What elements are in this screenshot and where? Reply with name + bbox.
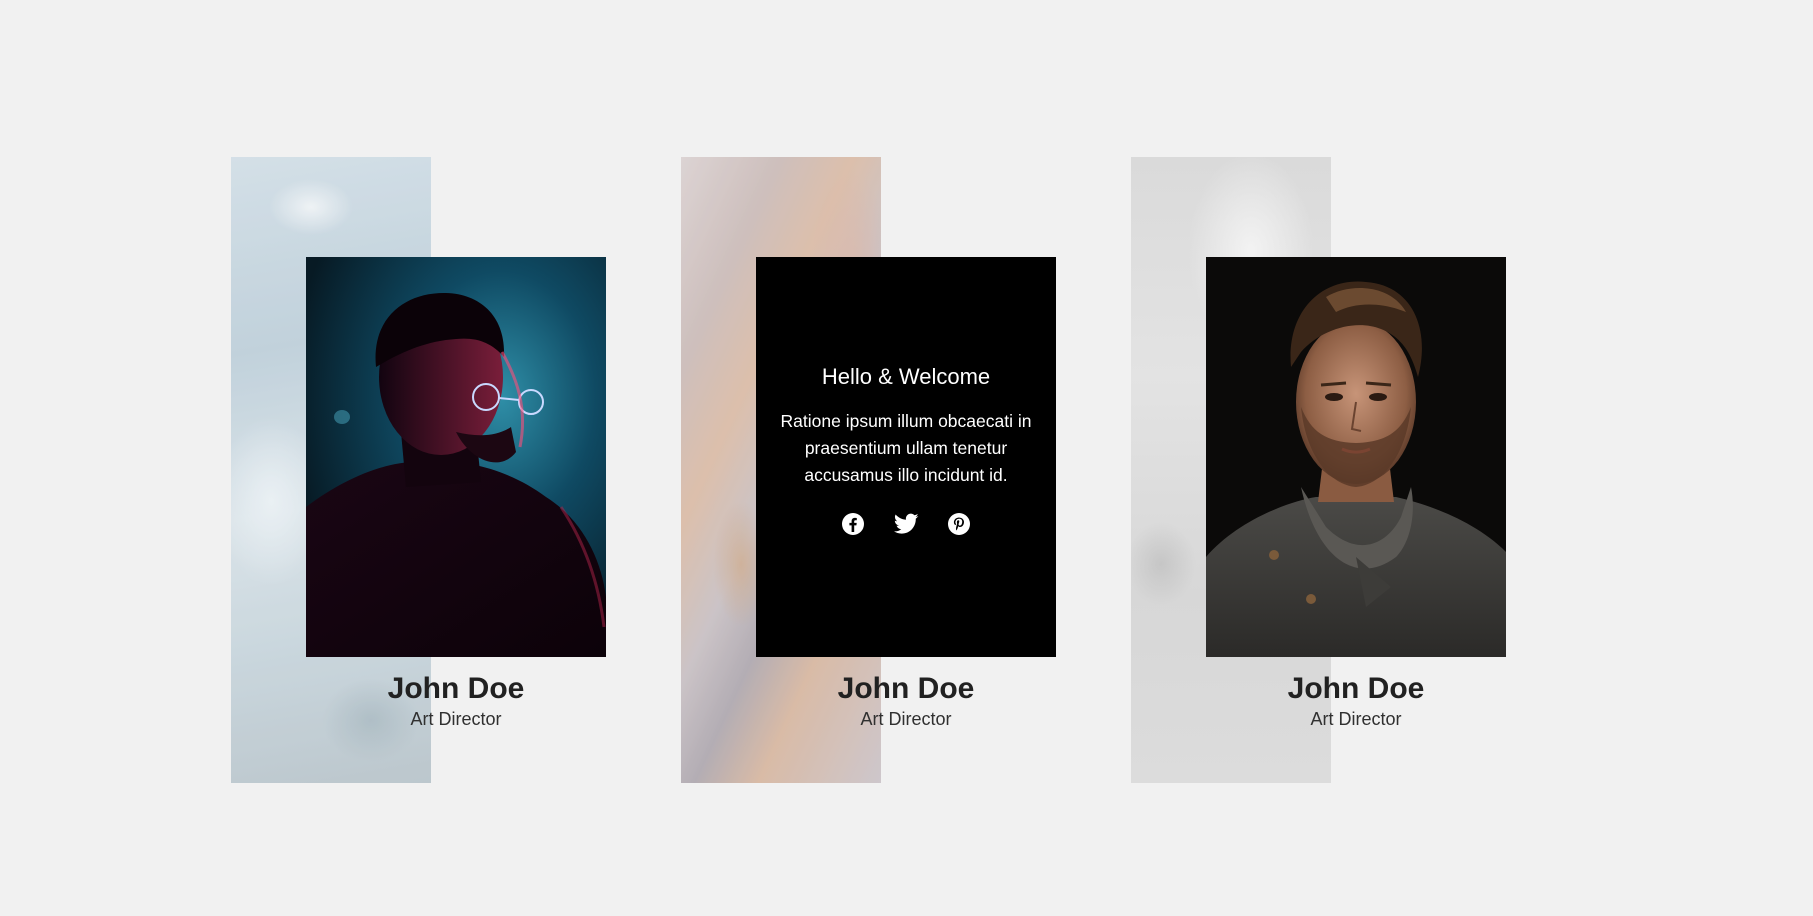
member-photo-image	[1206, 257, 1506, 657]
team-card: Hello & Welcome Ratione ipsum illum obca…	[681, 157, 1081, 783]
pinterest-icon[interactable]	[947, 511, 972, 536]
member-role: Art Director	[410, 709, 502, 729]
member-role: Art Director	[1310, 709, 1402, 729]
member-meta: John Doe Art Director	[756, 671, 1056, 730]
twitter-icon[interactable]	[893, 511, 919, 536]
overlay-description: Ratione ipsum illum obcaecati in praesen…	[780, 411, 1032, 485]
team-card: John Doe Art Director	[1131, 157, 1531, 783]
member-meta: John Doe Art Director	[306, 671, 606, 730]
member-name: John Doe	[387, 672, 525, 705]
member-name: John Doe	[837, 672, 975, 705]
member-photo-image	[306, 257, 606, 657]
member-photo[interactable]	[1206, 257, 1506, 657]
member-hover-overlay[interactable]: Hello & Welcome Ratione ipsum illum obca…	[756, 257, 1056, 657]
overlay-title: Hello & Welcome	[821, 364, 991, 389]
team-card: John Doe Art Director	[231, 157, 631, 783]
member-role: Art Director	[860, 709, 952, 729]
member-name: John Doe	[1287, 672, 1425, 705]
team-section: John Doe Art Director Hello & Welcome Ra…	[0, 0, 1813, 916]
member-photo[interactable]	[306, 257, 606, 657]
social-links	[776, 511, 1036, 536]
member-meta: John Doe Art Director	[1206, 671, 1506, 730]
facebook-icon[interactable]	[841, 511, 866, 536]
